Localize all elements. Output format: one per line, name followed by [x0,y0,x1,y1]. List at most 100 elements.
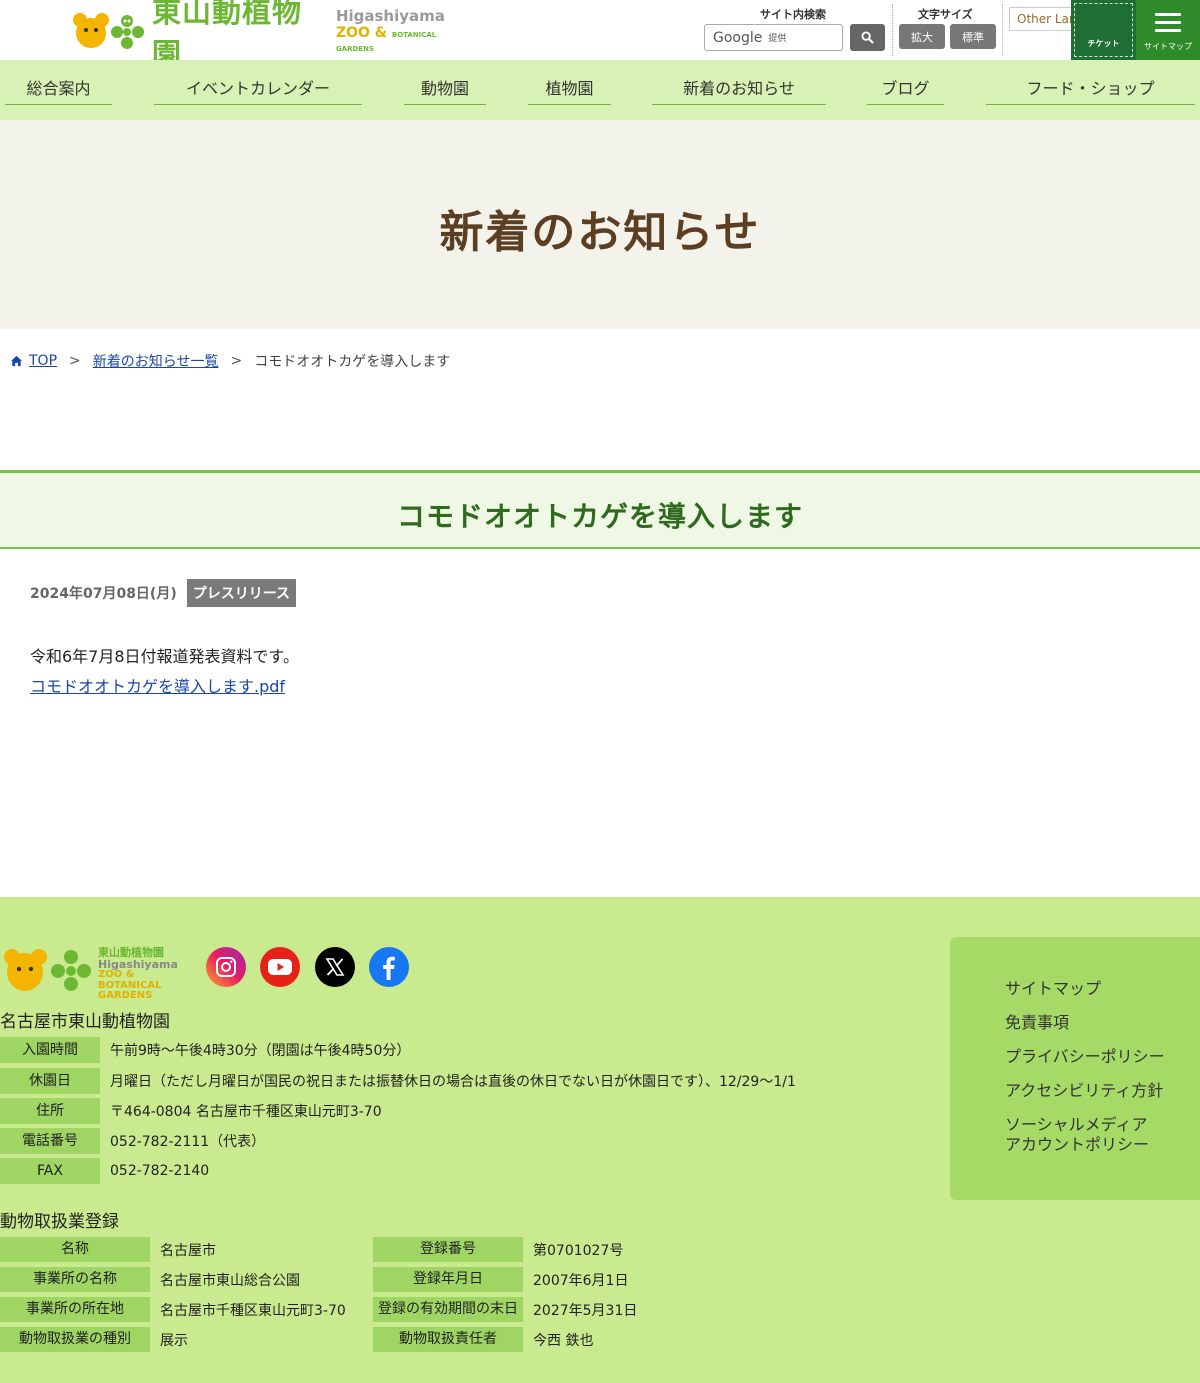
site-search-label: サイト内検索 [760,8,826,21]
google-brand: Google [713,29,763,46]
footer-link-sitemap[interactable]: サイトマップ [1005,979,1200,999]
breadcrumb-separator: > [230,353,243,369]
ticket-button[interactable]: チケット [1071,0,1136,60]
registration-label: 事業所の名称 [0,1267,150,1292]
footer-link-accessibility[interactable]: アクセシビリティ方針 [1005,1081,1200,1101]
x-icon [325,958,345,976]
page-title: 新着のお知らせ [439,207,761,258]
registration-row: 事業所の所在地 名古屋市千種区東山元町3-70 [0,1297,346,1322]
footer-link-social-media-policy[interactable]: ソーシャルメディア アカウントポリシー [1005,1115,1200,1155]
article-date: 2024年07月08日(月) [30,586,177,602]
font-size-label: 文字サイズ [918,8,973,21]
registration-row: 名称 名古屋市 [0,1237,216,1262]
search-button[interactable] [850,24,885,51]
language-selector[interactable]: Other Languages [1009,7,1079,31]
registration-label: 動物取扱責任者 [373,1327,523,1352]
sitemap-menu-label: サイトマップ [1144,42,1192,51]
page-hero: 新着のお知らせ [0,120,1200,329]
nav-item-botanical-garden[interactable]: 植物園 [528,78,611,105]
nav-item-blog[interactable]: ブログ [867,78,944,105]
article-meta: 2024年07月08日(月) プレスリリース [30,579,297,607]
font-size-large-button[interactable]: 拡大 [899,24,945,49]
x-link[interactable] [315,947,355,987]
footer-link-text: アカウントポリシー [1005,1135,1150,1154]
registration-value: 2027年5月31日 [533,1302,638,1319]
info-value: 〒464-0804 名古屋市千種区東山元町3-70 [110,1104,382,1120]
pdf-download-link[interactable]: コモドオオトカゲを導入します.pdf [30,673,285,697]
hamburger-line [1155,29,1181,32]
breadcrumb-separator: > [69,353,81,369]
info-label: FAX [0,1158,100,1184]
breadcrumb-current: コモドオオトカゲを導入します [254,354,451,370]
site-logo[interactable]: 東山動植物園 Higashiyama ZOO & BOTANICAL GARDE… [72,0,472,71]
footer-link-disclaimer[interactable]: 免責事項 [1005,1013,1200,1033]
nav-item-guide[interactable]: 総合案内 [5,78,112,105]
footer-logo-mark-icon [4,949,91,991]
nav-item-event-calendar[interactable]: イベントカレンダー [154,78,362,105]
info-label: 電話番号 [0,1128,100,1154]
logo-mark-icon [72,11,148,51]
breadcrumb-news-list-link[interactable]: 新着のお知らせ一覧 [93,351,219,371]
info-value: 052-782-2111（代表） [110,1134,266,1150]
footer-links: サイトマップ 免責事項 プライバシーポリシー アクセシビリティ方針 ソーシャルメ… [950,937,1200,1200]
header-divider [1002,4,1003,56]
registration-label: 登録の有効期間の末日 [373,1297,523,1322]
info-row-address: 住所 〒464-0804 名古屋市千種区東山元町3-70 [0,1098,382,1124]
nav-item-food-shop[interactable]: フード・ショップ [986,78,1195,105]
registration-row: 登録年月日 2007年6月1日 [373,1267,628,1292]
registration-row: 動物取扱責任者 今西 鉄也 [373,1327,593,1352]
hamburger-menu-icon [1155,13,1181,16]
search-icon [861,31,874,44]
search-input[interactable]: Google 提供 [704,24,843,51]
info-value: 月曜日（ただし月曜日が国民の祝日または振替休日の場合は直後の休日でない日が休園日… [110,1074,796,1090]
font-size-normal-button[interactable]: 標準 [950,24,996,49]
info-value: 午前9時～午後4時30分（閉園は午後4時50分） [110,1043,411,1059]
breadcrumb-top-link[interactable]: TOP [29,353,57,369]
footer-link-privacy[interactable]: プライバシーポリシー [1005,1047,1200,1067]
info-row-phone: 電話番号 052-782-2111（代表） [0,1128,265,1154]
registration-row: 動物取扱業の種別 展示 [0,1327,188,1352]
sitemap-menu-button[interactable]: サイトマップ [1136,0,1200,60]
registration-label: 事業所の所在地 [0,1297,150,1322]
info-label: 住所 [0,1098,100,1124]
registration-value: 名古屋市千種区東山元町3-70 [160,1302,346,1319]
article-title: コモドオオトカゲを導入します [396,500,803,533]
registration-value: 展示 [160,1332,188,1349]
nav-item-zoo[interactable]: 動物園 [404,78,486,105]
nav-item-news[interactable]: 新着のお知らせ [652,78,826,105]
registration-label: 名称 [0,1237,150,1262]
footer-logo[interactable]: 東山動植物園 Higashiyama ZOO & BOTANICAL GARDE… [3,945,188,1001]
instagram-icon [216,957,236,977]
info-row-closed: 休園日 月曜日（ただし月曜日が国民の祝日または振替休日の場合は直後の休日でない日… [0,1068,796,1094]
logo-english-text: Higashiyama ZOO & BOTANICAL GARDENS [335,6,445,53]
registration-title: 動物取扱業登録 [0,1212,119,1232]
youtube-icon [268,959,292,975]
article-title-bar: コモドオオトカゲを導入します [0,470,1200,549]
hamburger-line [1155,21,1181,24]
registration-value: 第0701027号 [533,1242,624,1259]
registration-value: 今西 鉄也 [533,1332,594,1349]
site-footer: 東山動植物園 Higashiyama ZOO & BOTANICAL GARDE… [0,897,1200,1383]
global-nav: 総合案内 イベントカレンダー 動物園 植物園 新着のお知らせ ブログ フード・シ… [0,60,1200,120]
registration-value: 名古屋市 [160,1242,216,1259]
info-label: 休園日 [0,1068,100,1094]
site-header: 東山動植物園 Higashiyama ZOO & BOTANICAL GARDE… [0,0,1200,71]
registration-value: 2007年6月1日 [533,1272,629,1289]
instagram-link[interactable] [206,947,246,987]
ticket-label: チケット [1074,3,1133,57]
facebook-icon [383,956,395,980]
registration-label: 登録年月日 [373,1267,523,1292]
category-badge: プレスリリース [186,579,297,607]
registration-row: 事業所の名称 名古屋市東山総合公園 [0,1267,300,1292]
registration-label: 動物取扱業の種別 [0,1327,150,1352]
header-divider [892,4,893,56]
registration-row: 登録番号 第0701027号 [373,1237,623,1262]
registration-value: 名古屋市東山総合公園 [160,1272,300,1289]
registration-row: 登録の有効期間の末日 2027年5月31日 [373,1297,637,1322]
youtube-link[interactable] [260,947,300,987]
info-row-hours: 入園時間 午前9時～午後4時30分（閉園は午後4時50分） [0,1037,410,1063]
info-value: 052-782-2140 [110,1163,210,1179]
facebook-link[interactable] [369,947,409,987]
article-body: 令和6年7月8日付報道発表資料です。 [30,647,299,666]
home-icon [10,355,23,367]
